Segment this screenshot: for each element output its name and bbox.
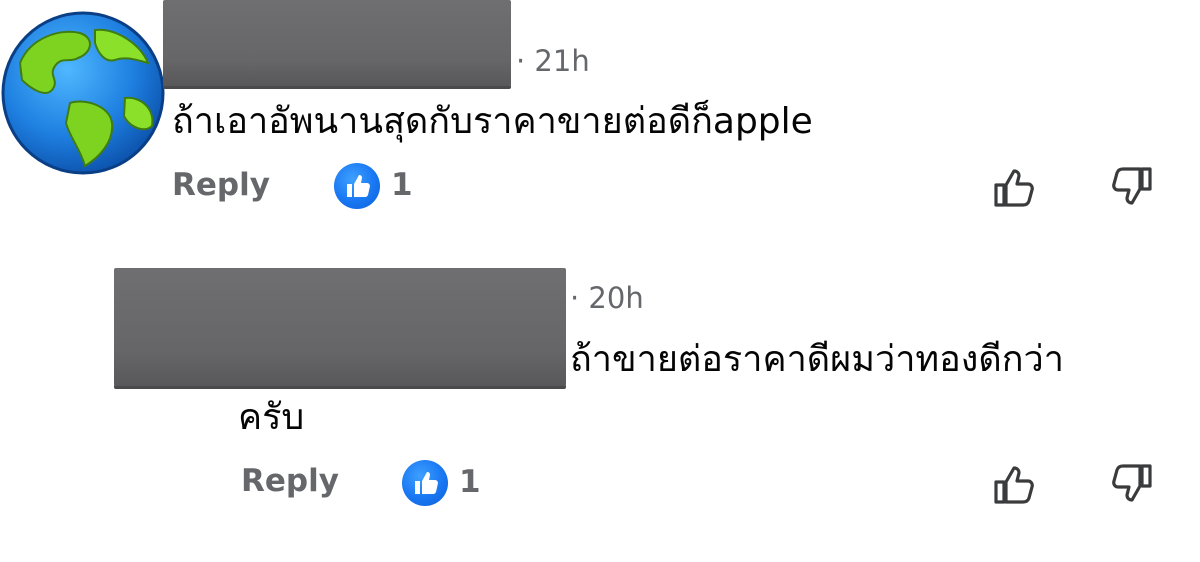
redacted-username: [163, 0, 511, 86]
like-count: 1: [391, 167, 413, 203]
thumbs-up-outline-icon[interactable]: [990, 460, 1038, 508]
thumbs-down-outline-icon[interactable]: [1108, 460, 1156, 508]
redacted-username-and-avatar: [114, 268, 566, 386]
thumbs-down-outline-icon[interactable]: [1108, 163, 1156, 211]
reply-button[interactable]: Reply: [172, 170, 270, 201]
comment-text-line-1: ถ้าขายต่อราคาดีผมว่าทองดีกว่า: [570, 339, 1064, 380]
reply-button[interactable]: Reply: [241, 466, 339, 497]
comment-text: ถ้าเอาอัพนานสุดกับราคาขายต่อดีก็apple: [172, 101, 813, 142]
thumbs-up-outline-icon[interactable]: [990, 163, 1038, 211]
thumbs-up-badge-icon: [402, 460, 448, 506]
comment-timestamp: · 21h: [516, 44, 590, 78]
comment-text-line-2: ครับ: [238, 397, 305, 438]
like-count: 1: [459, 464, 481, 500]
thumbs-up-badge-icon: [334, 163, 380, 209]
comment-timestamp: · 20h: [570, 281, 644, 315]
avatar[interactable]: [0, 8, 166, 178]
